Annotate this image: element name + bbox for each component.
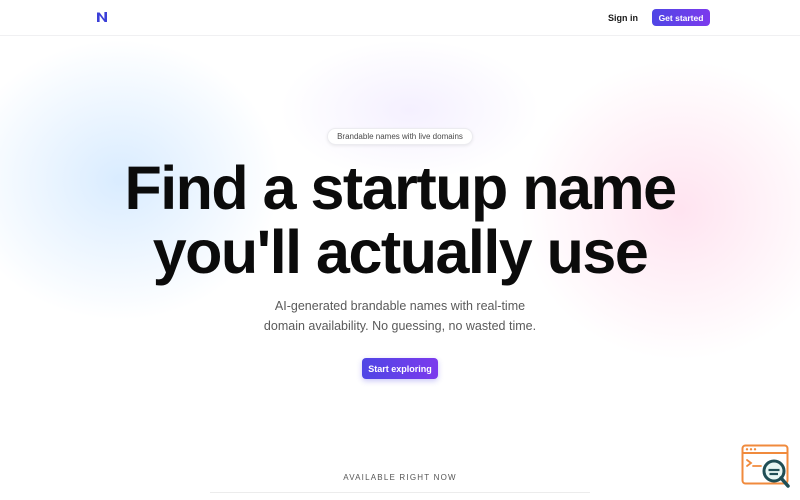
- hero-title-line-2: you'll actually use: [152, 218, 649, 286]
- hero-subtitle-line-1: AI-generated brandable names with real-t…: [274, 299, 526, 313]
- search-widget-icon[interactable]: [741, 444, 791, 490]
- hero-subtitle-line-2: domain availability. No guessing, no was…: [263, 319, 537, 333]
- feature-pill: Brandable names with live domains: [327, 128, 473, 145]
- available-right-now-label: AVAILABLE RIGHT NOW: [343, 473, 457, 482]
- site-header: Sign in Get started: [0, 0, 800, 36]
- start-exploring-button[interactable]: Start exploring: [362, 358, 438, 379]
- n-logo-icon[interactable]: [96, 11, 108, 23]
- hero-title: Find a startup name you'll actually use: [80, 156, 720, 284]
- hero-subtitle: AI-generated brandable names with real-t…: [200, 296, 600, 336]
- sign-in-link[interactable]: Sign in: [608, 10, 638, 26]
- section-divider: [210, 492, 590, 493]
- get-started-button[interactable]: Get started: [652, 9, 710, 26]
- hero-title-line-1: Find a startup name: [124, 154, 677, 222]
- landing-page: Sign in Get started Brandable names with…: [0, 0, 800, 500]
